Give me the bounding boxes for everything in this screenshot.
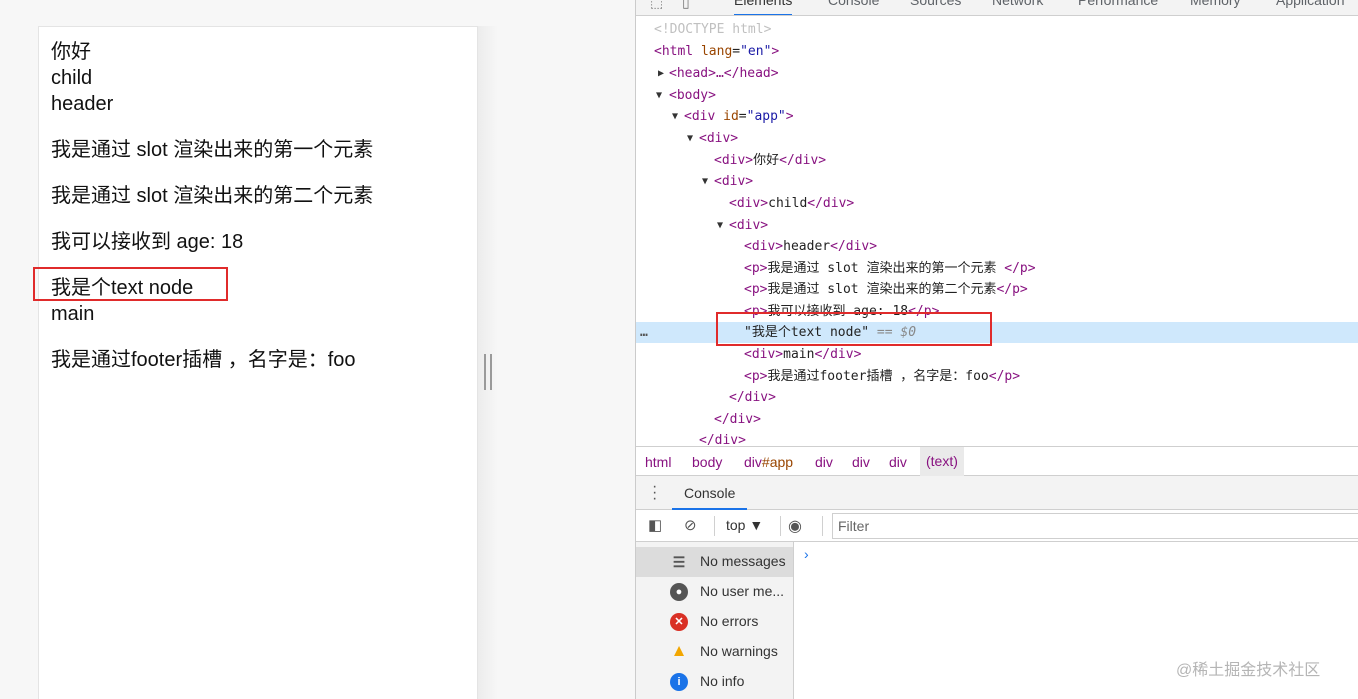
info-icon: i xyxy=(670,673,688,691)
age-paragraph: 我可以接收到 age: 18 xyxy=(51,231,244,253)
rendered-page: 你好 child header 我是通过 slot 渲染出来的第一个元素 我是通… xyxy=(33,26,478,699)
collapse-triangle-icon[interactable]: ▼ xyxy=(656,85,662,106)
resize-handle[interactable] xyxy=(484,354,492,390)
collapse-triangle-icon[interactable]: ▼ xyxy=(687,128,693,149)
tree-line-nihao[interactable]: <div>你好</div> xyxy=(636,150,1358,171)
tree-line-html[interactable]: <html lang="en"> xyxy=(636,41,1358,62)
tree-line-head[interactable]: ▶ <head>…</head> xyxy=(636,63,1358,84)
highlight-box-devtools xyxy=(716,312,992,346)
tree-line-close[interactable]: </div> xyxy=(636,430,1358,446)
tree-line-p2[interactable]: <p>我是通过 slot 渲染出来的第二个元素</p> xyxy=(636,279,1358,300)
elements-tree: <!DOCTYPE html> <html lang="en"> ▶ <head… xyxy=(636,16,1358,446)
collapse-triangle-icon[interactable]: ▼ xyxy=(717,215,723,236)
highlight-box-page xyxy=(33,267,228,301)
tree-line-div[interactable]: ▼ <div> xyxy=(636,215,1358,236)
breadcrumb-body[interactable]: body xyxy=(692,454,722,470)
drawer-tab-console[interactable]: Console xyxy=(672,476,748,510)
sidebar-item-messages[interactable]: ☰ No messages xyxy=(636,547,793,577)
kebab-menu-icon[interactable]: · · · xyxy=(652,479,657,507)
tree-line-child[interactable]: <div>child</div> xyxy=(636,193,1358,214)
tree-line-close[interactable]: </div> xyxy=(636,387,1358,408)
sidebar-item-info[interactable]: i No info xyxy=(636,667,793,697)
tree-line-app[interactable]: ▼ <div id="app"> xyxy=(636,106,1358,127)
clear-console-icon[interactable]: ⊘ xyxy=(684,516,697,534)
device-toolbar-icon[interactable]: ▯ xyxy=(682,0,690,11)
tree-line-main[interactable]: <div>main</div> xyxy=(636,344,1358,365)
tab-network[interactable]: Network xyxy=(992,0,1043,8)
devtools-panel: ⬚ ▯ Elements Console Sources Network Per… xyxy=(635,0,1358,699)
breadcrumb-text[interactable]: (text) xyxy=(920,447,964,476)
expand-triangle-icon[interactable]: ▶ xyxy=(658,63,664,84)
tree-line-header[interactable]: <div>header</div> xyxy=(636,236,1358,257)
more-options-icon[interactable]: … xyxy=(640,322,649,343)
sidebar-item-errors[interactable]: ✕ No errors xyxy=(636,607,793,637)
tree-line-div[interactable]: ▼ <div> xyxy=(636,128,1358,149)
collapse-triangle-icon[interactable]: ▼ xyxy=(672,106,678,127)
console-toolbar: ◧ ⊘ top ▼ ◉ xyxy=(636,510,1358,542)
text-child: child xyxy=(51,67,93,89)
breadcrumb-html[interactable]: html xyxy=(645,454,671,470)
dropdown-arrow-icon: ▼ xyxy=(749,517,764,533)
filter-input[interactable] xyxy=(832,513,1358,539)
text-main: main xyxy=(51,303,95,325)
tree-line-div[interactable]: ▼ <div> xyxy=(636,171,1358,192)
sidebar-item-user-messages[interactable]: ● No user me... xyxy=(636,577,793,607)
tree-line-p1[interactable]: <p>我是通过 slot 渲染出来的第一个元素 </p> xyxy=(636,258,1358,279)
tree-line-close[interactable]: </div> xyxy=(636,409,1358,430)
text-nihao: 你好 xyxy=(51,41,91,63)
tab-console[interactable]: Console xyxy=(828,0,879,8)
watermark: @稀土掘金技术社区 xyxy=(1176,662,1321,679)
inspect-icon[interactable]: ⬚ xyxy=(650,0,663,11)
sidebar-item-warnings[interactable]: ▲ No warnings xyxy=(636,637,793,667)
slot-paragraph-2: 我是通过 slot 渲染出来的第二个元素 xyxy=(51,185,374,207)
eye-icon[interactable]: ◉ xyxy=(788,516,802,536)
error-icon: ✕ xyxy=(670,613,688,631)
console-prompt-icon[interactable]: › xyxy=(804,546,809,562)
tab-elements[interactable]: Elements xyxy=(734,0,793,15)
tab-sources[interactable]: Sources xyxy=(910,0,961,8)
tree-line-body[interactable]: ▼ <body> xyxy=(636,85,1358,106)
breadcrumb-div[interactable]: div xyxy=(815,454,833,470)
sidebar-toggle-icon[interactable]: ◧ xyxy=(648,516,662,534)
tab-application[interactable]: Application xyxy=(1276,0,1345,8)
user-icon: ● xyxy=(670,583,688,601)
collapse-triangle-icon[interactable]: ▼ xyxy=(702,171,708,192)
devtools-tab-bar: ⬚ ▯ Elements Console Sources Network Per… xyxy=(636,0,1358,16)
context-selector[interactable]: top ▼ xyxy=(726,517,763,533)
breadcrumb-div[interactable]: div xyxy=(889,454,907,470)
list-icon: ☰ xyxy=(672,554,686,570)
breadcrumb: html body div#app div div div (text) xyxy=(636,446,1358,476)
breadcrumb-div-app[interactable]: div#app xyxy=(744,454,793,470)
text-header: header xyxy=(51,93,114,115)
footer-paragraph: 我是通过footer插槽 ，名字是：foo xyxy=(51,349,356,371)
tab-memory[interactable]: Memory xyxy=(1190,0,1241,8)
tab-performance[interactable]: Performance xyxy=(1078,0,1158,8)
drawer-header: · · · Console xyxy=(636,476,1358,510)
warning-icon: ▲ xyxy=(670,641,688,660)
console-sidebar: ☰ No messages ● No user me... ✕ No error… xyxy=(636,542,794,699)
breadcrumb-div[interactable]: div xyxy=(852,454,870,470)
tree-line-doctype[interactable]: <!DOCTYPE html> xyxy=(636,19,1358,40)
slot-paragraph-1: 我是通过 slot 渲染出来的第一个元素 xyxy=(51,139,374,161)
tree-line-footer[interactable]: <p>我是通过footer插槽 ，名字是：foo</p> xyxy=(636,366,1358,387)
